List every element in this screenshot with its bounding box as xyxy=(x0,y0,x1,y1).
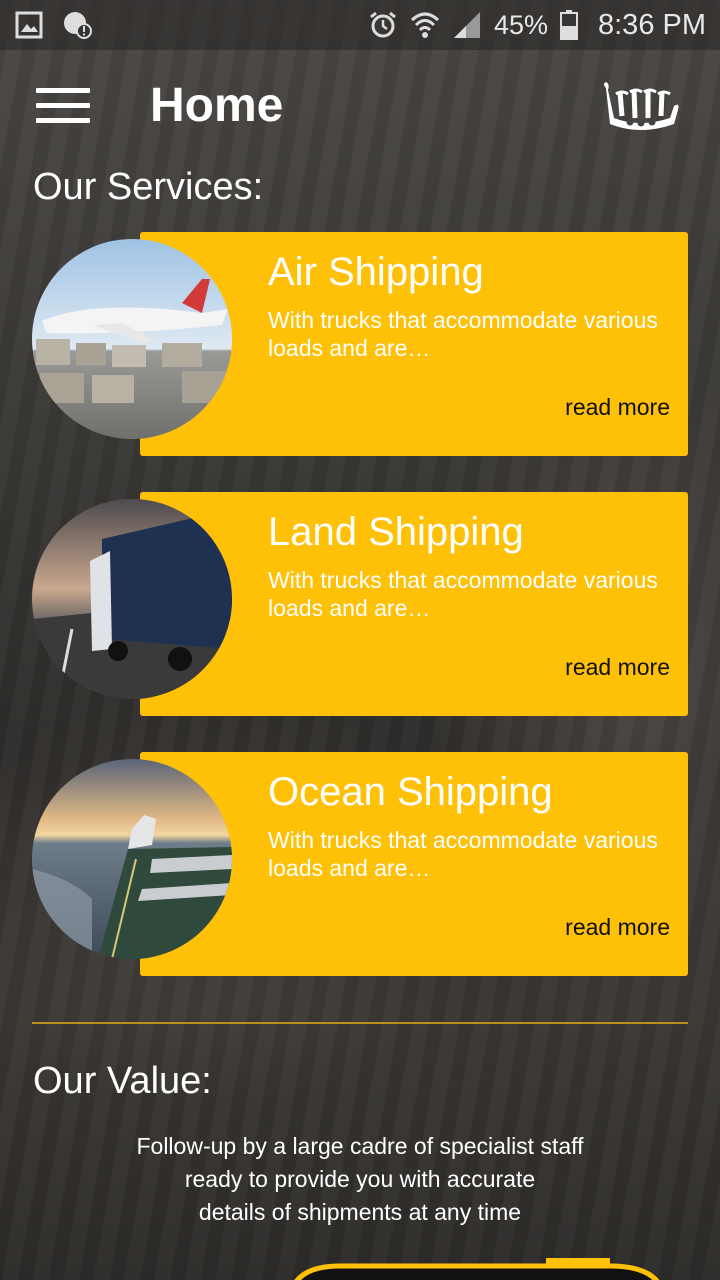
signal-icon xyxy=(453,12,480,38)
value-heading: Our Value: xyxy=(33,1060,212,1102)
airplane-cargo-photo xyxy=(32,239,232,439)
service-description: With trucks that accommodate various loa… xyxy=(268,307,658,361)
read-more-link[interactable]: read more xyxy=(565,914,670,941)
clock: 8:36 PM xyxy=(598,8,706,41)
alarm-icon xyxy=(370,11,396,38)
page-title: Home xyxy=(150,79,284,132)
services-heading: Our Services: xyxy=(33,166,264,208)
truck-road-photo xyxy=(32,499,232,699)
read-more-link[interactable]: read more xyxy=(565,654,670,681)
value-description: Follow-up by a large cadre of specialist… xyxy=(60,1130,660,1229)
value-line: details of shipments at any time xyxy=(198,1199,522,1225)
battery-percent: 45% xyxy=(493,9,548,40)
app-bar: Home xyxy=(0,50,720,162)
value-line: Follow-up by a large cadre of specialist… xyxy=(136,1133,584,1159)
cargo-ship-photo xyxy=(32,759,232,959)
gallery-icon xyxy=(15,11,43,39)
value-line: ready to provide you with accurate xyxy=(184,1166,536,1192)
hamburger-menu-icon[interactable] xyxy=(36,88,90,128)
service-title: Air Shipping xyxy=(268,250,484,294)
service-title: Ocean Shipping xyxy=(268,770,553,814)
viking-ship-logo xyxy=(604,82,679,130)
battery-icon xyxy=(560,10,578,40)
service-description: With trucks that accommodate various loa… xyxy=(268,567,658,621)
wifi-icon xyxy=(410,12,439,38)
status-bar: 45% 8:36 PM xyxy=(0,0,720,50)
chat-alert-icon xyxy=(64,12,92,39)
section-divider xyxy=(32,1022,688,1024)
read-more-link[interactable]: read more xyxy=(565,394,670,421)
service-title: Land Shipping xyxy=(268,510,524,554)
service-description: With trucks that accommodate various loa… xyxy=(268,827,658,881)
bottom-partial-card xyxy=(294,1258,660,1280)
